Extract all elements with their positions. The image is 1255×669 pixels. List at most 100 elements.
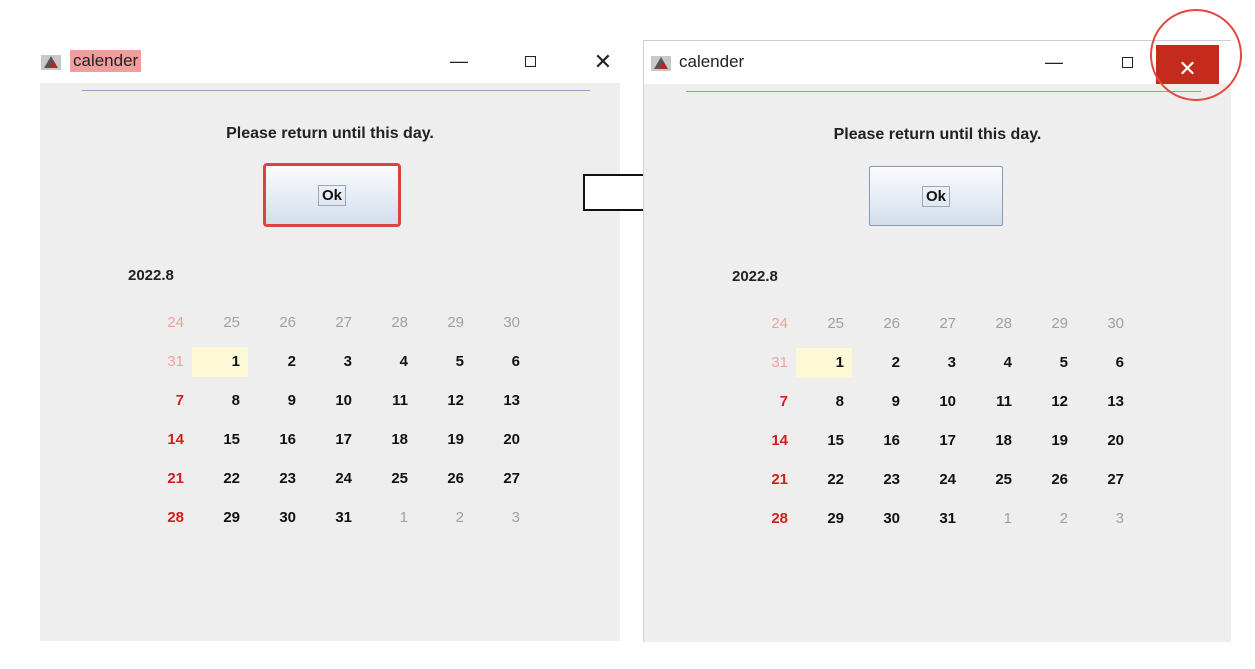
calendar-day[interactable]: 12 bbox=[416, 386, 472, 416]
calendar-day[interactable]: 15 bbox=[192, 425, 248, 455]
calendar-day[interactable]: 24 bbox=[136, 308, 192, 338]
calendar-day[interactable]: 17 bbox=[908, 426, 964, 456]
calendar-day[interactable]: 28 bbox=[136, 503, 192, 533]
close-button[interactable]: ✕ bbox=[580, 40, 626, 83]
calendar-day[interactable]: 23 bbox=[248, 464, 304, 494]
calendar-day[interactable]: 21 bbox=[136, 464, 192, 494]
ok-button-label: Ok bbox=[317, 184, 346, 206]
calendar-day[interactable]: 4 bbox=[964, 348, 1020, 378]
calendar-day[interactable]: 24 bbox=[304, 464, 360, 494]
calendar-day[interactable]: 21 bbox=[740, 465, 796, 495]
calendar-day[interactable]: 27 bbox=[304, 308, 360, 338]
calendar-day[interactable]: 9 bbox=[852, 387, 908, 417]
calendar-day[interactable]: 31 bbox=[136, 347, 192, 377]
ok-button[interactable]: Ok bbox=[869, 166, 1003, 226]
calendar-day[interactable]: 3 bbox=[472, 503, 528, 533]
calendar-day[interactable]: 20 bbox=[472, 425, 528, 455]
calendar-day[interactable]: 11 bbox=[964, 387, 1020, 417]
calendar-day[interactable]: 29 bbox=[1020, 309, 1076, 339]
calendar-day[interactable]: 6 bbox=[1076, 348, 1132, 378]
calendar-day[interactable]: 20 bbox=[1076, 426, 1132, 456]
calendar-day[interactable]: 30 bbox=[1076, 309, 1132, 339]
calendar-day[interactable]: 15 bbox=[796, 426, 852, 456]
calendar-day[interactable]: 2 bbox=[416, 503, 472, 533]
maximize-icon bbox=[524, 56, 536, 67]
close-highlight-circle bbox=[1150, 9, 1242, 101]
calendar-day[interactable]: 19 bbox=[416, 425, 472, 455]
calendar-day[interactable]: 10 bbox=[304, 386, 360, 416]
calendar-day[interactable]: 9 bbox=[248, 386, 304, 416]
calendar-day[interactable]: 27 bbox=[908, 309, 964, 339]
calendar-day[interactable]: 18 bbox=[360, 425, 416, 455]
calendar-day[interactable]: 1 bbox=[192, 347, 248, 377]
window-body: Please return until this day. Ok 2022.8 … bbox=[40, 83, 620, 641]
calendar-day[interactable]: 31 bbox=[908, 504, 964, 534]
minimize-button[interactable]: — bbox=[1031, 41, 1077, 84]
calendar-day[interactable]: 7 bbox=[740, 387, 796, 417]
calendar-day[interactable]: 24 bbox=[908, 465, 964, 495]
calendar-day[interactable]: 30 bbox=[472, 308, 528, 338]
maximize-button[interactable] bbox=[1104, 41, 1150, 84]
calendar-day[interactable]: 25 bbox=[796, 309, 852, 339]
calendar-day[interactable]: 14 bbox=[740, 426, 796, 456]
calendar-day[interactable]: 4 bbox=[360, 347, 416, 377]
calendar-day[interactable]: 13 bbox=[472, 386, 528, 416]
calendar-day[interactable]: 8 bbox=[192, 386, 248, 416]
calendar-day[interactable]: 8 bbox=[796, 387, 852, 417]
calendar-day[interactable]: 14 bbox=[136, 425, 192, 455]
return-message: Please return until this day. bbox=[833, 126, 1042, 143]
calendar-day[interactable]: 5 bbox=[416, 347, 472, 377]
calendar-day[interactable]: 22 bbox=[192, 464, 248, 494]
calendar-day[interactable]: 6 bbox=[472, 347, 528, 377]
calendar-day[interactable]: 25 bbox=[360, 464, 416, 494]
calendar-day[interactable]: 2 bbox=[248, 347, 304, 377]
title-bar[interactable]: calender — ✕ bbox=[40, 40, 620, 83]
calendar-day[interactable]: 30 bbox=[248, 503, 304, 533]
calendar-day[interactable]: 29 bbox=[192, 503, 248, 533]
calendar-day[interactable]: 30 bbox=[852, 504, 908, 534]
calendar-day[interactable]: 19 bbox=[1020, 426, 1076, 456]
calendar-day[interactable]: 25 bbox=[192, 308, 248, 338]
calendar-day[interactable]: 26 bbox=[416, 464, 472, 494]
calendar-day[interactable]: 25 bbox=[964, 465, 1020, 495]
calendar-day[interactable]: 3 bbox=[908, 348, 964, 378]
calendar-day[interactable]: 31 bbox=[740, 348, 796, 378]
calendar-day[interactable]: 1 bbox=[964, 504, 1020, 534]
minimize-button[interactable]: — bbox=[436, 40, 482, 83]
calendar-day[interactable]: 12 bbox=[1020, 387, 1076, 417]
calendar-day[interactable]: 7 bbox=[136, 386, 192, 416]
calendar-day[interactable]: 29 bbox=[796, 504, 852, 534]
calendar-day[interactable]: 28 bbox=[964, 309, 1020, 339]
calendar-day[interactable]: 23 bbox=[852, 465, 908, 495]
calendar-day[interactable]: 26 bbox=[1020, 465, 1076, 495]
calendar-day[interactable]: 28 bbox=[740, 504, 796, 534]
calendar-day[interactable]: 13 bbox=[1076, 387, 1132, 417]
calendar-day[interactable]: 2 bbox=[852, 348, 908, 378]
calendar-day[interactable]: 1 bbox=[796, 348, 852, 378]
calendar-day[interactable]: 2 bbox=[1020, 504, 1076, 534]
calendar-day[interactable]: 31 bbox=[304, 503, 360, 533]
calendar-day[interactable]: 29 bbox=[416, 308, 472, 338]
calendar-day[interactable]: 16 bbox=[852, 426, 908, 456]
maximize-button[interactable] bbox=[507, 40, 553, 83]
calendar-day[interactable]: 18 bbox=[964, 426, 1020, 456]
calendar-day[interactable]: 27 bbox=[472, 464, 528, 494]
window-title: calender bbox=[679, 52, 745, 71]
calendar-day[interactable]: 28 bbox=[360, 308, 416, 338]
calendar-day[interactable]: 3 bbox=[1076, 504, 1132, 534]
ok-button[interactable]: Ok bbox=[263, 163, 401, 227]
calendar-day[interactable]: 17 bbox=[304, 425, 360, 455]
title-bar[interactable]: calender — ✕ bbox=[644, 41, 1231, 92]
calendar-day[interactable]: 10 bbox=[908, 387, 964, 417]
calendar-day[interactable]: 26 bbox=[852, 309, 908, 339]
calendar-day[interactable]: 11 bbox=[360, 386, 416, 416]
calendar-day[interactable]: 26 bbox=[248, 308, 304, 338]
calendar-day[interactable]: 24 bbox=[740, 309, 796, 339]
calendar-day[interactable]: 27 bbox=[1076, 465, 1132, 495]
month-label: 2022.8 bbox=[732, 268, 778, 285]
calendar-day[interactable]: 1 bbox=[360, 503, 416, 533]
calendar-day[interactable]: 3 bbox=[304, 347, 360, 377]
calendar-day[interactable]: 22 bbox=[796, 465, 852, 495]
calendar-day[interactable]: 16 bbox=[248, 425, 304, 455]
calendar-day[interactable]: 5 bbox=[1020, 348, 1076, 378]
